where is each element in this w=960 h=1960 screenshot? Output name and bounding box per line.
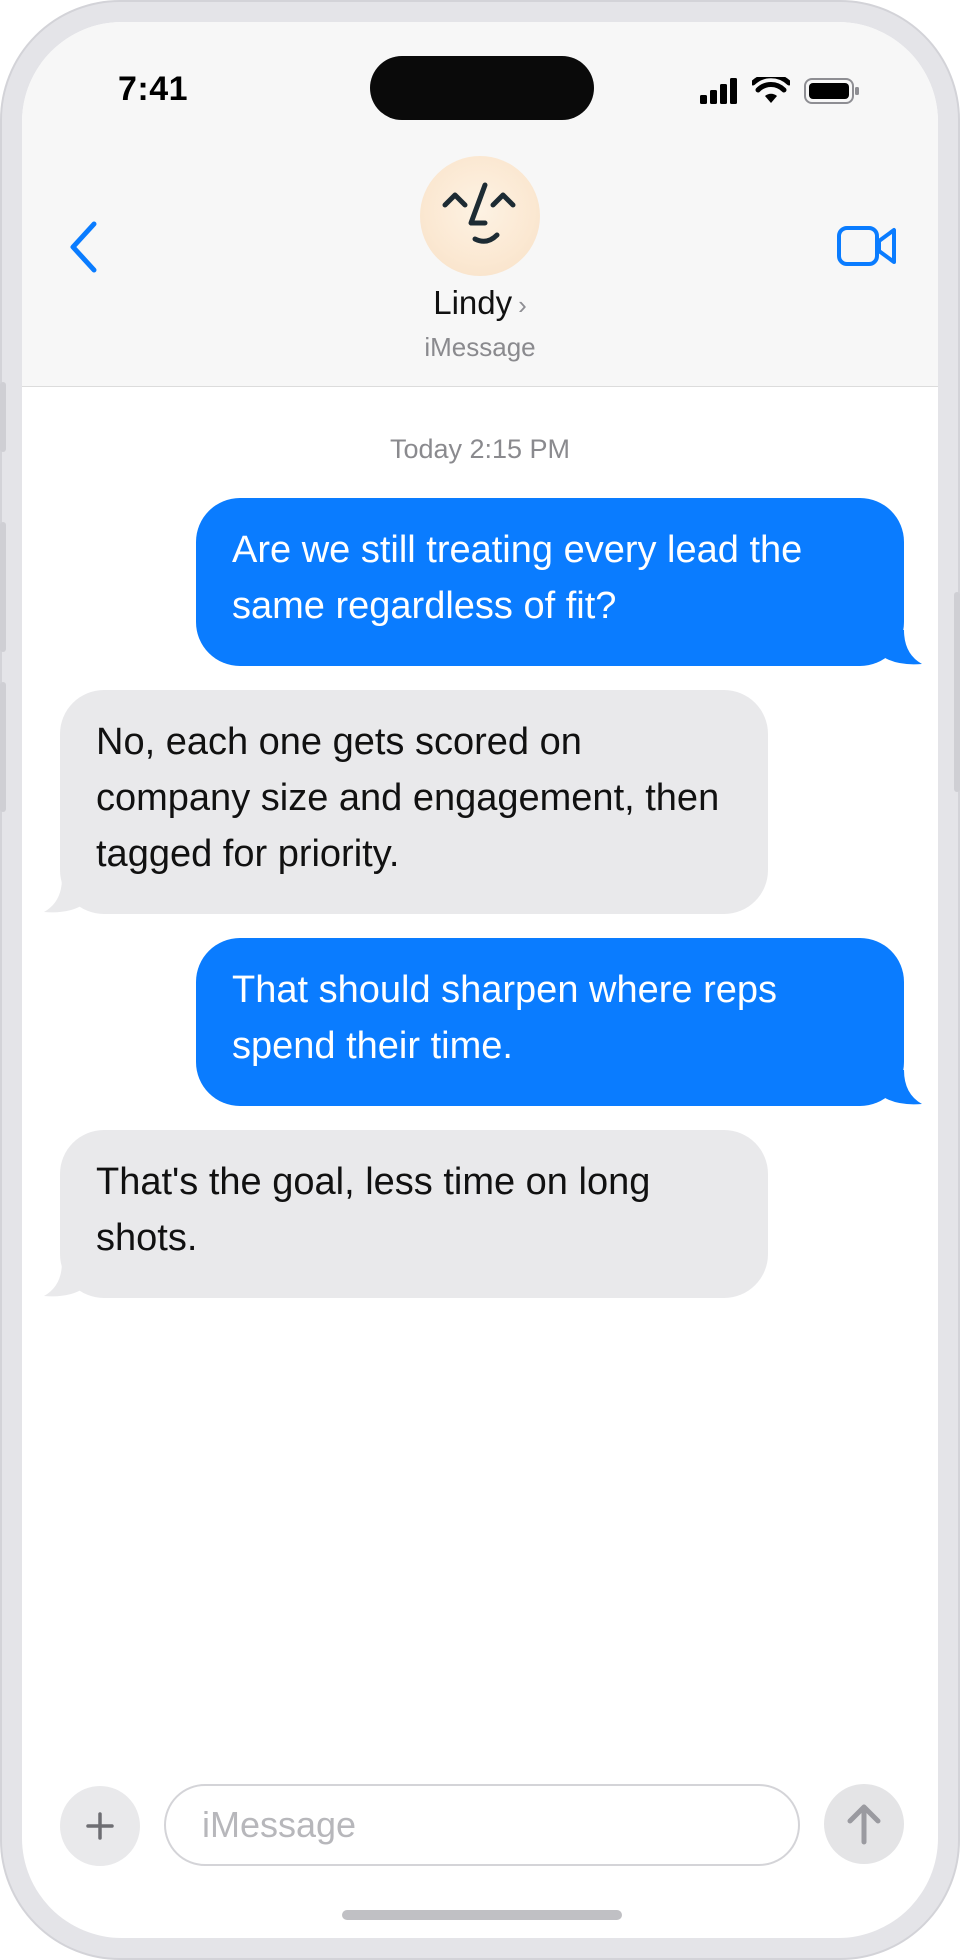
bubble-tail xyxy=(882,630,922,665)
power-button xyxy=(954,592,960,792)
message-text: That's the goal, less time on long shots… xyxy=(96,1161,651,1259)
facetime-video-button[interactable] xyxy=(834,218,900,274)
message-bubble-incoming[interactable]: No, each one gets scored on company size… xyxy=(60,690,768,914)
cellular-signal-icon xyxy=(700,77,738,109)
wifi-icon xyxy=(750,72,792,110)
contact-name-button[interactable]: Lindy › xyxy=(22,284,938,322)
status-time: 7:41 xyxy=(118,70,189,108)
arrow-up-icon xyxy=(847,1804,881,1845)
screen: 7:41 Lindy › iMessage Today 2:15 PM Are … xyxy=(22,22,938,1938)
phone-frame: 7:41 Lindy › iMessage Today 2:15 PM Are … xyxy=(0,0,960,1960)
face-doodle-icon xyxy=(442,182,516,244)
message-text: Are we still treating every lead the sam… xyxy=(232,529,803,627)
chevron-right-icon: › xyxy=(518,290,527,320)
add-attachment-button[interactable] xyxy=(60,1786,140,1866)
bubble-tail xyxy=(44,878,84,913)
dynamic-island xyxy=(370,56,594,120)
plus-icon xyxy=(86,1812,114,1840)
video-camera-icon xyxy=(837,226,896,266)
home-indicator[interactable] xyxy=(342,1910,622,1920)
message-bubble-outgoing[interactable]: That should sharpen where reps spend the… xyxy=(196,938,904,1106)
volume-up-button xyxy=(0,522,6,652)
message-bubble-incoming[interactable]: That's the goal, less time on long shots… xyxy=(60,1130,768,1298)
bubble-tail xyxy=(882,1070,922,1105)
message-input[interactable] xyxy=(164,1784,800,1866)
conversation-header: 7:41 Lindy › iMessage xyxy=(22,22,938,387)
contact-avatar[interactable] xyxy=(420,156,540,276)
contact-name: Lindy xyxy=(433,284,513,321)
status-icons xyxy=(700,72,860,110)
chevron-left-icon xyxy=(70,221,97,273)
action-button xyxy=(0,382,6,452)
send-button[interactable] xyxy=(824,1784,904,1864)
bubble-tail xyxy=(44,1262,84,1297)
back-button[interactable] xyxy=(58,212,108,282)
message-bubble-outgoing[interactable]: Are we still treating every lead the sam… xyxy=(196,498,904,666)
battery-icon xyxy=(804,77,860,110)
conversation-timestamp: Today 2:15 PM xyxy=(389,434,571,464)
message-text: That should sharpen where reps spend the… xyxy=(232,969,777,1067)
service-label: iMessage xyxy=(424,332,536,362)
volume-down-button xyxy=(0,682,6,812)
message-text: No, each one gets scored on company size… xyxy=(96,721,720,875)
